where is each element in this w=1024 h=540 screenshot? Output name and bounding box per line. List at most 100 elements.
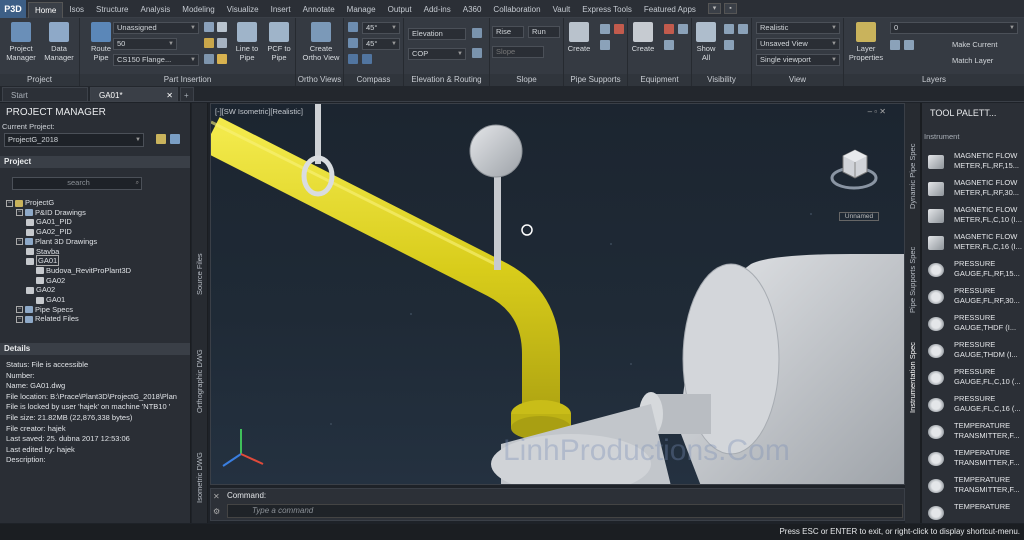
match-layer-button[interactable]: Match Layer bbox=[952, 56, 993, 66]
search-input[interactable]: search ⌕ bbox=[12, 177, 142, 190]
tree-item[interactable]: GA01_PID bbox=[26, 217, 72, 226]
equipment-tool-icon-1[interactable] bbox=[664, 24, 674, 34]
support-tool-icon-1[interactable] bbox=[600, 24, 610, 34]
equipment-tool-icon-3[interactable] bbox=[678, 24, 688, 34]
tree-item[interactable]: GA01 bbox=[26, 255, 60, 267]
instrumentation-spec-tab[interactable]: Instrumentation Spec bbox=[908, 342, 917, 413]
tab-output[interactable]: Output bbox=[382, 2, 418, 18]
wrench-icon[interactable]: ⚙ bbox=[213, 507, 220, 516]
tree-item[interactable]: − P&ID Drawings bbox=[16, 208, 86, 217]
tree-item[interactable]: Stavba bbox=[26, 247, 59, 256]
ribbon-options-icon[interactable]: ▪ bbox=[724, 3, 737, 14]
tool-palette-item[interactable]: PRESSURE GAUGE,FL,C,10 (... bbox=[926, 367, 1022, 393]
create-ortho-view-button[interactable]: Create Ortho View bbox=[302, 22, 340, 62]
tool-palette-item[interactable]: TEMPERATURE TRANSMITTER,F... bbox=[926, 421, 1022, 447]
pipe-hanger-rod[interactable] bbox=[315, 104, 321, 164]
tree-item[interactable]: − Related Files bbox=[16, 314, 79, 323]
routing-tool-icon[interactable] bbox=[472, 48, 482, 58]
viewcube[interactable] bbox=[829, 144, 879, 194]
tool-icon-4[interactable] bbox=[217, 38, 227, 49]
rise-field[interactable]: Rise bbox=[492, 26, 524, 38]
visibility-tool-icon[interactable] bbox=[738, 24, 748, 34]
tool-palette-item[interactable]: PRESSURE GAUGE,THDM (I... bbox=[926, 340, 1022, 366]
tree-item[interactable]: − Pipe Specs bbox=[16, 305, 73, 314]
tool-palette-item[interactable]: PRESSURE GAUGE,FL,RF,15... bbox=[926, 259, 1022, 285]
expand-toggle-icon[interactable]: − bbox=[16, 315, 23, 323]
tool-palette-item[interactable]: PRESSURE GAUGE,THDF (I... bbox=[926, 313, 1022, 339]
layer-combo[interactable]: 0 ▼ bbox=[890, 22, 1018, 34]
tree-item[interactable]: GA02 bbox=[36, 276, 65, 285]
command-input[interactable]: Type a command bbox=[227, 504, 903, 518]
viewcube-wcs-label[interactable]: Unnamed bbox=[839, 212, 879, 221]
tree-item[interactable]: GA02 bbox=[26, 285, 55, 294]
orthographic-dwg-tab[interactable]: Orthographic DWG bbox=[195, 349, 204, 413]
isometric-dwg-tab[interactable]: Isometric DWG bbox=[195, 452, 204, 503]
compass-toggle-icon[interactable] bbox=[348, 54, 358, 64]
cop-combo[interactable]: COP ▼ bbox=[408, 48, 466, 60]
tool-palette-item[interactable]: MAGNETIC FLOW METER,FL,C,16 (I... bbox=[926, 232, 1022, 258]
tab-start[interactable]: Start bbox=[2, 87, 88, 102]
source-files-tab[interactable]: Source Files bbox=[195, 253, 204, 295]
tree-item[interactable]: GA01 bbox=[36, 295, 65, 304]
project-manager-button[interactable]: Project Manager bbox=[4, 22, 38, 62]
tree-item[interactable]: GA02_PID bbox=[26, 227, 72, 236]
pcf-to-pipe-button[interactable]: PCF to Pipe bbox=[262, 22, 296, 62]
create-equipment-button[interactable]: Create bbox=[628, 22, 658, 53]
tab-featured-apps[interactable]: Featured Apps bbox=[638, 2, 702, 18]
minimize-ribbon-icon[interactable]: ▾ bbox=[708, 3, 721, 14]
named-view-combo[interactable]: Unsaved View ▼ bbox=[756, 38, 840, 50]
compass-toggle-icon-2[interactable] bbox=[362, 54, 372, 64]
tab-vault[interactable]: Vault bbox=[547, 2, 577, 18]
tool-palette-item[interactable]: MAGNETIC FLOW METER,FL,RF,15... bbox=[926, 151, 1022, 177]
project-icon-2[interactable] bbox=[170, 134, 180, 144]
elevation-tool-icon[interactable] bbox=[472, 28, 482, 38]
tool-icon-6[interactable] bbox=[217, 54, 227, 65]
tab-a360[interactable]: A360 bbox=[457, 2, 488, 18]
tree-item[interactable]: Budova_RevitProPlant3D bbox=[36, 266, 131, 275]
flange-combo[interactable]: CS150 Flange... ▼ bbox=[113, 54, 199, 66]
compass-icon[interactable] bbox=[348, 22, 358, 32]
data-manager-button[interactable]: Data Manager bbox=[42, 22, 76, 62]
tool-palette-item[interactable]: TEMPERATURE TRANSMITTER,F... bbox=[926, 448, 1022, 474]
current-project-combo[interactable]: ProjectG_2018 ▼ bbox=[4, 133, 144, 147]
tool-icon-3[interactable] bbox=[204, 38, 214, 49]
viewport-combo[interactable]: Single viewport ▼ bbox=[756, 54, 840, 66]
show-all-button[interactable]: Show All bbox=[692, 22, 720, 62]
equipment-tool-icon-2[interactable] bbox=[664, 40, 674, 50]
tool-palette-item[interactable]: MAGNETIC FLOW METER,FL,C,10 (I... bbox=[926, 205, 1022, 231]
tab-ga01[interactable]: GA01* ✕ bbox=[90, 87, 178, 102]
project-icon-1[interactable] bbox=[156, 134, 166, 144]
make-current-button[interactable]: Make Current bbox=[952, 40, 997, 50]
close-icon[interactable]: ✕ bbox=[213, 492, 220, 501]
tree-item[interactable]: − Plant 3D Drawings bbox=[16, 237, 97, 246]
tab-annotate[interactable]: Annotate bbox=[297, 2, 341, 18]
close-icon[interactable]: ✕ bbox=[166, 88, 173, 103]
tool-palette-item[interactable]: MAGNETIC FLOW METER,FL,RF,30... bbox=[926, 178, 1022, 204]
layer-tool-icon-2[interactable] bbox=[904, 40, 914, 50]
expand-toggle-icon[interactable]: − bbox=[6, 199, 13, 207]
slope-field[interactable]: Slope bbox=[492, 46, 544, 58]
tab-analysis[interactable]: Analysis bbox=[134, 2, 176, 18]
tool-icon-2[interactable] bbox=[217, 22, 227, 33]
dynamic-pipe-spec-tab[interactable]: Dynamic Pipe Spec bbox=[908, 144, 917, 209]
compass-angle-2[interactable]: 45° ▼ bbox=[362, 38, 400, 50]
tab-collaboration[interactable]: Collaboration bbox=[487, 2, 546, 18]
tab-isos[interactable]: Isos bbox=[63, 2, 90, 18]
tool-icon-1[interactable] bbox=[204, 22, 214, 33]
create-pipe-support-button[interactable]: Create bbox=[564, 22, 594, 53]
tab-modeling[interactable]: Modeling bbox=[176, 2, 220, 18]
tab-structure[interactable]: Structure bbox=[90, 2, 134, 18]
new-tab-button[interactable]: + bbox=[180, 87, 194, 102]
support-tool-icon-2[interactable] bbox=[600, 40, 610, 50]
tool-palette-item[interactable]: PRESSURE GAUGE,FL,RF,30... bbox=[926, 286, 1022, 312]
tool-palette-item[interactable]: TEMPERATURE TRANSMITTER,F... bbox=[926, 475, 1022, 501]
expand-toggle-icon[interactable]: − bbox=[16, 238, 23, 246]
tool-icon-5[interactable] bbox=[204, 54, 214, 65]
visual-style-combo[interactable]: Realistic ▼ bbox=[756, 22, 840, 34]
elevation-field[interactable]: Elevation bbox=[408, 28, 466, 40]
expand-toggle-icon[interactable]: − bbox=[16, 209, 23, 217]
application-button[interactable]: P3D bbox=[0, 0, 26, 18]
expand-toggle-icon[interactable]: − bbox=[16, 306, 23, 314]
isolate-icon[interactable] bbox=[724, 40, 734, 50]
tab-express-tools[interactable]: Express Tools bbox=[576, 2, 638, 18]
